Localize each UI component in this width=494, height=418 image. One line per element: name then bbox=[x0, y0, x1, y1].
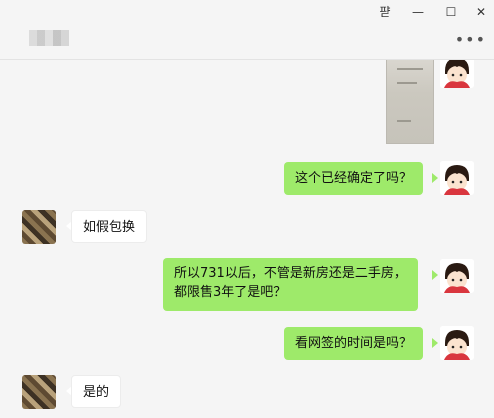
my-avatar[interactable] bbox=[440, 326, 474, 360]
my-avatar[interactable] bbox=[440, 161, 474, 195]
maximize-button[interactable]: ☐ bbox=[440, 3, 462, 21]
image-detail bbox=[397, 120, 411, 122]
cartoon-avatar-icon bbox=[440, 326, 474, 360]
message-text: 看网签的时间是吗？ bbox=[295, 336, 413, 351]
chat-area[interactable]: 这个已经确定了吗？ 如假包换 所以731以后，不管是新房还是二手房， 都限售3年… bbox=[0, 60, 494, 418]
message-bubble[interactable]: 所以731以后，不管是新房还是二手房， 都限售3年了是吧？ bbox=[163, 258, 418, 311]
message-bubble[interactable]: 是的 bbox=[71, 375, 122, 408]
image-detail bbox=[397, 68, 423, 70]
title-bar: 퍋 — ☐ ✕ ••• bbox=[0, 0, 494, 60]
cartoon-avatar-icon bbox=[440, 259, 474, 293]
message-bubble[interactable]: 如假包换 bbox=[71, 210, 148, 243]
message-text: 如假包换 bbox=[83, 220, 136, 235]
message-text-line: 所以731以后，不管是新房还是二手房， bbox=[174, 266, 407, 281]
contact-name-redacted bbox=[29, 30, 69, 46]
message-text: 是的 bbox=[83, 385, 110, 400]
bubble-tail bbox=[432, 338, 438, 348]
message-text: 这个已经确定了吗？ bbox=[295, 171, 413, 186]
cartoon-avatar-icon bbox=[440, 161, 474, 195]
message-bubble[interactable]: 这个已经确定了吗？ bbox=[284, 162, 424, 195]
message-bubble[interactable]: 看网签的时间是吗？ bbox=[284, 327, 424, 360]
minimize-button[interactable]: — bbox=[407, 3, 429, 21]
my-avatar[interactable] bbox=[440, 60, 474, 88]
pin-icon[interactable]: 퍋 bbox=[374, 3, 396, 21]
message-text-line: 都限售3年了是吧？ bbox=[174, 285, 287, 300]
contact-avatar[interactable] bbox=[22, 210, 56, 244]
my-avatar[interactable] bbox=[440, 259, 474, 293]
bubble-tail bbox=[432, 270, 438, 280]
more-options-icon[interactable]: ••• bbox=[455, 30, 486, 49]
image-message[interactable] bbox=[386, 60, 434, 144]
image-detail bbox=[397, 82, 417, 84]
cartoon-avatar-icon bbox=[440, 60, 474, 88]
contact-avatar[interactable] bbox=[22, 375, 56, 409]
close-button[interactable]: ✕ bbox=[470, 3, 492, 21]
bubble-tail bbox=[432, 173, 438, 183]
